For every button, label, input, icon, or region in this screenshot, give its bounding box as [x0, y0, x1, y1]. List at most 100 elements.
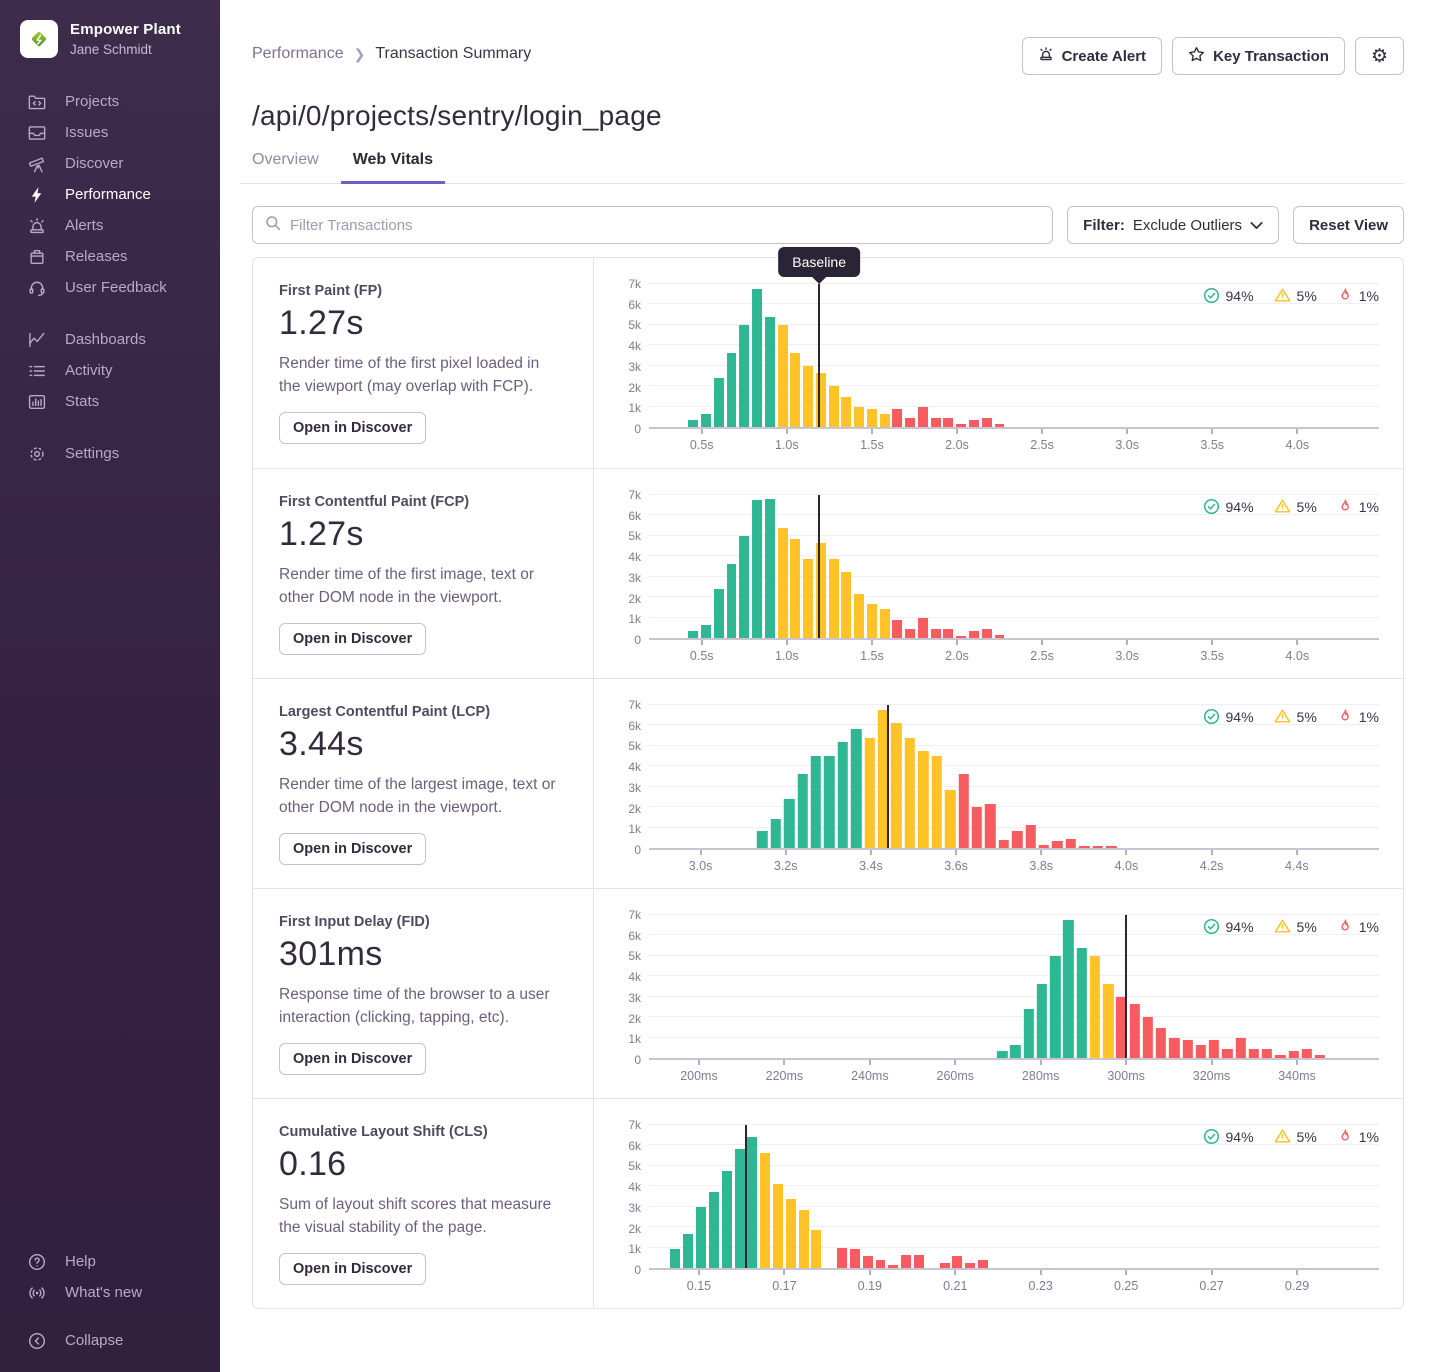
x-tick-mark	[1211, 1060, 1213, 1065]
create-alert-button[interactable]: Create Alert	[1022, 37, 1162, 75]
sidebar-item-discover[interactable]: Discover	[0, 148, 220, 179]
sidebar-item-alerts[interactable]: Alerts	[0, 210, 220, 241]
gridline	[649, 786, 1379, 787]
histogram-bar	[1024, 1009, 1034, 1058]
x-tick-label: 320ms	[1193, 1069, 1231, 1083]
x-tick-mark	[1296, 1060, 1298, 1065]
histogram-bar	[1052, 841, 1062, 848]
sidebar-item-activity[interactable]: Activity	[0, 355, 220, 386]
y-tick-label: 5k	[628, 1159, 641, 1173]
x-tick-mark	[786, 429, 788, 434]
sidebar-item-whats-new[interactable]: What's new	[0, 1277, 220, 1308]
breadcrumb-performance-link[interactable]: Performance	[252, 45, 344, 63]
gridline	[649, 283, 1379, 284]
transaction-settings-button[interactable]: ⚙	[1355, 37, 1404, 75]
sidebar-item-projects[interactable]: Projects	[0, 86, 220, 117]
vitals-status-badges: 94%5%1%	[1203, 918, 1380, 935]
badge-fail-value: 1%	[1359, 919, 1379, 935]
histogram-bar	[1169, 1038, 1179, 1058]
badge-pass: 94%	[1203, 498, 1254, 515]
y-tick-label: 2k	[628, 1012, 641, 1026]
gridline	[649, 704, 1379, 705]
sidebar-item-issues[interactable]: Issues	[0, 117, 220, 148]
histogram-bar	[1092, 846, 1102, 848]
sidebar-item-releases[interactable]: Releases	[0, 241, 220, 272]
open-in-discover-button[interactable]: Open in Discover	[279, 1253, 426, 1285]
histogram-bar	[867, 604, 877, 638]
filter-transactions-input[interactable]	[290, 217, 1040, 234]
open-in-discover-button[interactable]: Open in Discover	[279, 833, 426, 865]
y-tick-label: 2k	[628, 381, 641, 395]
badge-pass: 94%	[1203, 708, 1254, 725]
breadcrumb-current: Transaction Summary	[375, 45, 531, 63]
histogram-bar	[714, 589, 724, 638]
x-tick-mark	[786, 640, 788, 645]
x-tick-label: 4.0s	[1285, 649, 1309, 663]
gridline	[649, 745, 1379, 746]
y-tick-label: 2k	[628, 802, 641, 816]
histogram-bar	[1182, 1040, 1192, 1058]
open-in-discover-button[interactable]: Open in Discover	[279, 412, 426, 444]
sidebar-item-performance[interactable]: Performance	[0, 179, 220, 210]
y-tick-label: 2k	[628, 592, 641, 606]
vital-title: First Paint (FP)	[279, 283, 565, 299]
warning-triangle-icon	[1274, 708, 1291, 725]
sidebar-item-label: Stats	[65, 393, 99, 410]
histogram-bar	[722, 1171, 732, 1268]
settings-gear-icon	[27, 444, 46, 463]
empower-plant-diamond-icon	[20, 20, 58, 58]
sidebar-collapse-button[interactable]: Collapse	[0, 1325, 220, 1356]
y-tick-label: 3k	[628, 571, 641, 585]
key-transaction-button[interactable]: Key Transaction	[1172, 37, 1345, 75]
vital-panel-lcp: Largest Contentful Paint (LCP) 3.44s Ren…	[253, 678, 1403, 888]
org-name: Empower Plant	[70, 21, 181, 38]
help-icon	[27, 1252, 46, 1271]
sidebar-item-help[interactable]: Help	[0, 1246, 220, 1277]
y-tick-label: 0	[634, 1263, 641, 1277]
y-tick-label: 0	[634, 1053, 641, 1067]
histogram-bar	[985, 804, 995, 848]
siren-icon	[1038, 46, 1054, 66]
tab-overview[interactable]: Overview	[240, 151, 331, 184]
histogram-bar	[714, 378, 724, 427]
sidebar-item-label: Activity	[65, 362, 113, 379]
org-switcher[interactable]: Empower Plant Jane Schmidt	[0, 20, 220, 58]
filter-transactions-search[interactable]	[252, 206, 1053, 244]
sidebar-item-stats[interactable]: Stats	[0, 386, 220, 417]
vital-info: Cumulative Layout Shift (CLS) 0.16 Sum o…	[253, 1099, 594, 1308]
badge-warn-value: 5%	[1297, 499, 1317, 515]
reset-view-button[interactable]: Reset View	[1293, 206, 1404, 244]
sidebar-item-dashboards[interactable]: Dashboards	[0, 324, 220, 355]
create-alert-label: Create Alert	[1062, 48, 1146, 65]
gridline	[649, 914, 1379, 915]
x-tick-mark	[1296, 1270, 1298, 1275]
histogram-bar	[944, 418, 954, 427]
histogram-bar	[945, 790, 955, 848]
histogram-bar	[1079, 846, 1089, 848]
histogram-bar	[778, 528, 788, 638]
outliers-filter-dropdown[interactable]: Filter: Exclude Outliers	[1067, 206, 1279, 244]
vital-panel-fid: First Input Delay (FID) 301ms Response t…	[253, 888, 1403, 1098]
histogram-bar	[918, 751, 928, 848]
y-tick-label: 1k	[628, 1032, 641, 1046]
histogram-bar	[905, 738, 915, 848]
x-tick-label: 300ms	[1107, 1069, 1145, 1083]
histogram-bar	[1315, 1055, 1325, 1058]
gridline	[649, 806, 1379, 807]
sidebar-item-settings[interactable]: Settings	[0, 438, 220, 469]
open-in-discover-button[interactable]: Open in Discover	[279, 623, 426, 655]
x-tick-mark	[1040, 850, 1042, 855]
histogram-bar	[739, 325, 749, 427]
histogram-bar	[1050, 956, 1060, 1058]
sidebar-item-user-feedback[interactable]: User Feedback	[0, 272, 220, 303]
histogram-bar	[956, 424, 966, 427]
x-tick-label: 1.0s	[775, 438, 799, 452]
open-in-discover-button[interactable]: Open in Discover	[279, 1043, 426, 1075]
vital-title: Cumulative Layout Shift (CLS)	[279, 1124, 565, 1140]
y-tick-label: 4k	[628, 1180, 641, 1194]
y-tick-label: 1k	[628, 612, 641, 626]
x-tick-label: 0.23	[1029, 1279, 1053, 1293]
tab-web-vitals[interactable]: Web Vitals	[341, 151, 445, 184]
histogram-bar	[739, 536, 749, 638]
gridline	[649, 1124, 1379, 1125]
